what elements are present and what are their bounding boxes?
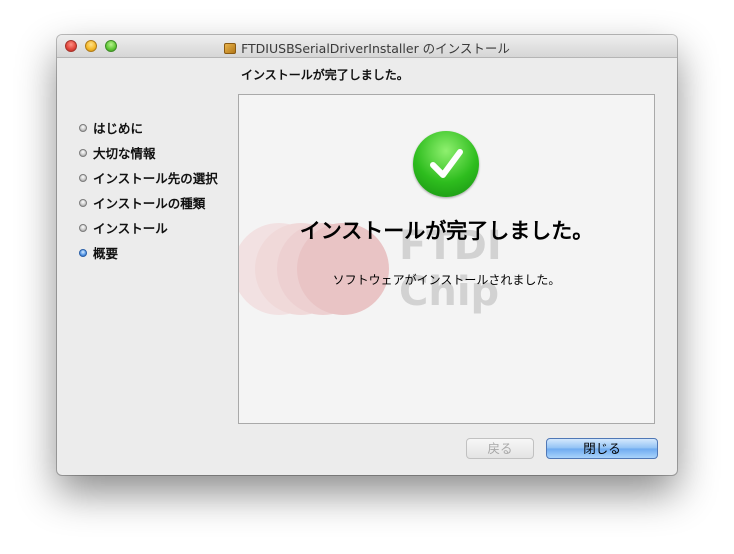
step-installation-type: インストールの種類 bbox=[79, 190, 218, 215]
back-button[interactable]: 戻る bbox=[466, 438, 534, 459]
step-read-me: 大切な情報 bbox=[79, 140, 218, 165]
installer-window: FTDIUSBSerialDriverInstaller のインストール インス… bbox=[57, 35, 677, 475]
step-summary: 概要 bbox=[79, 240, 218, 265]
success-check-icon bbox=[413, 131, 479, 197]
step-bullet-active-icon bbox=[79, 248, 87, 257]
window-title: FTDIUSBSerialDriverInstaller のインストール bbox=[241, 41, 510, 56]
step-bullet-icon bbox=[79, 223, 87, 232]
step-label: 概要 bbox=[93, 246, 119, 261]
close-button[interactable]: 閉じる bbox=[546, 438, 658, 459]
completion-message: ソフトウェアがインストールされました。 bbox=[332, 273, 561, 287]
package-icon bbox=[224, 43, 237, 54]
step-installation: インストール bbox=[79, 215, 218, 240]
step-bullet-icon bbox=[79, 173, 87, 182]
title-bar[interactable]: FTDIUSBSerialDriverInstaller のインストール bbox=[57, 35, 677, 58]
step-label: 大切な情報 bbox=[93, 146, 156, 161]
step-label: インストールの種類 bbox=[93, 196, 206, 211]
content-panel: FTDI Chip インストールが完了しました。 ソフトウェアがインストールされ… bbox=[238, 94, 655, 424]
step-label: インストール bbox=[93, 221, 168, 236]
window-title-area: FTDIUSBSerialDriverInstaller のインストール bbox=[57, 38, 677, 57]
page-heading: インストールが完了しました。 bbox=[241, 68, 409, 82]
completion-title: インストールが完了しました。 bbox=[299, 219, 594, 243]
step-bullet-icon bbox=[79, 198, 87, 207]
step-destination-select: インストール先の選択 bbox=[79, 165, 218, 190]
installer-steps: はじめに 大切な情報 インストール先の選択 インストールの種類 インストール 概… bbox=[79, 115, 218, 265]
step-label: はじめに bbox=[93, 121, 144, 136]
step-bullet-icon bbox=[79, 123, 87, 132]
step-label: インストール先の選択 bbox=[93, 171, 218, 186]
step-introduction: はじめに bbox=[79, 115, 218, 140]
step-bullet-icon bbox=[79, 148, 87, 157]
